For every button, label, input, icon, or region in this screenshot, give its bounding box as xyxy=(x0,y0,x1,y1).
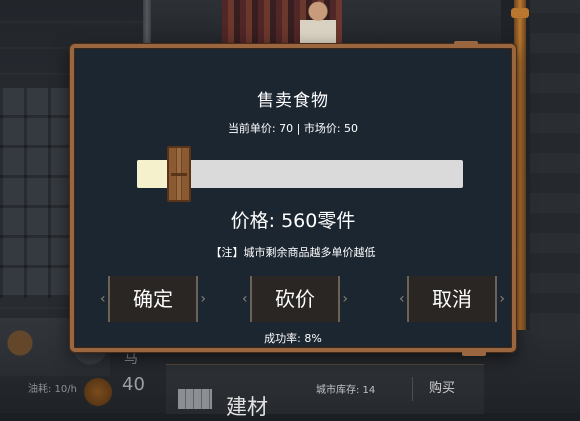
total-price: 价格: 560零件 xyxy=(230,210,356,232)
sell-food-dialog: 售卖食物 当前单价: 70 | 市场价: 50 价格: 560零件 【注】城市剩… xyxy=(70,41,516,356)
material-name: 建材 xyxy=(226,395,268,419)
city-stock: 城市库存: 14 xyxy=(316,385,376,396)
bargain-button[interactable]: 砍价 xyxy=(242,276,348,322)
bricks-icon xyxy=(178,389,212,409)
slider-handle[interactable] xyxy=(167,146,191,202)
cancel-button[interactable]: 取消 xyxy=(399,276,505,322)
merchant-character xyxy=(300,0,336,45)
price-note: 【注】城市剩余商品越多单价越低 xyxy=(210,246,376,259)
trade-row-building-materials: 建材 城市库存: 14 购买 xyxy=(166,364,484,419)
dialog-title: 售卖食物 xyxy=(257,91,329,111)
success-rate: 成功率: 8% xyxy=(264,332,322,345)
gauge-knob xyxy=(84,378,112,406)
buy-button[interactable]: 购买 xyxy=(412,377,471,401)
confirm-button[interactable]: 确定 xyxy=(100,276,206,322)
unit-price-info: 当前单价: 70 | 市场价: 50 xyxy=(227,122,359,135)
quantity-slider[interactable] xyxy=(137,146,463,202)
fuel-consumption-label: 油耗: 10/h xyxy=(28,384,77,395)
fuel-value: 40 xyxy=(122,374,145,395)
